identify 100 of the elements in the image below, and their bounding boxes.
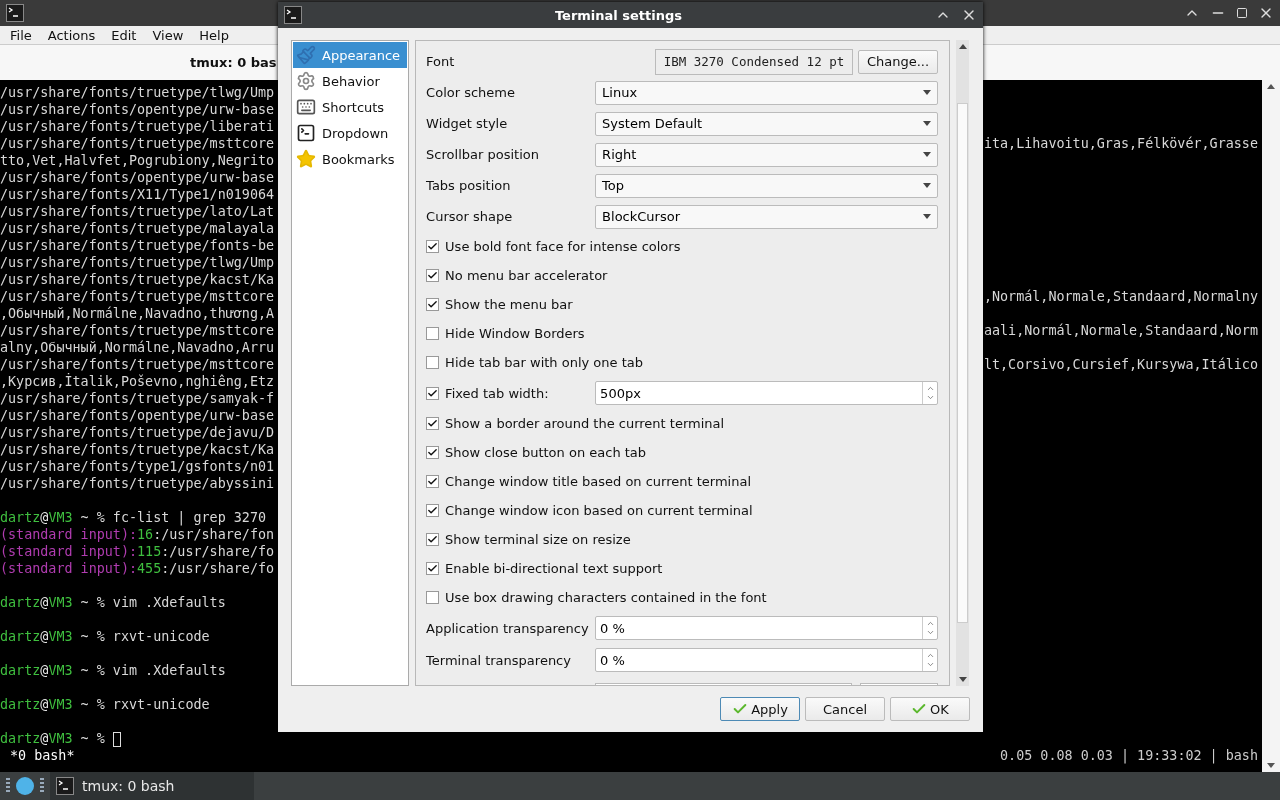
checkbox-label: Show the menu bar — [445, 297, 573, 312]
tmux-status: 0.05 0.08 0.03 | 19:33:02 | bash — [1000, 747, 1258, 764]
gear-icon — [296, 71, 316, 91]
terminal-text: ita,Lihavoitu,Gras,Félkövér,Grasse — [983, 135, 1258, 152]
setting-label: Scrollbar position — [426, 147, 540, 162]
dialog-button[interactable]: OK — [890, 697, 970, 721]
dialog-button[interactable]: Cancel — [805, 697, 885, 721]
checkbox-label: Show close button on each tab — [445, 445, 647, 460]
terminal-text: /usr/share/fonts/opentype/urw-base — [0, 169, 275, 186]
checkbox[interactable] — [426, 446, 440, 459]
terminal-icon — [296, 123, 316, 143]
terminal-text: /usr/share/fonts/opentype/urw-base — [0, 407, 275, 424]
terminal-text: /usr/share/fonts/truetype/msttcore — [0, 135, 275, 152]
dialog-title: Terminal settings — [553, 7, 684, 23]
terminal-text: /usr/share/fonts/truetype/malayala — [0, 220, 275, 237]
terminal-text: dartz@VM3 ~ % vim .Xdefaults — [0, 594, 226, 611]
terminal-text: /usr/share/fonts/truetype/fonts-be — [0, 237, 275, 254]
terminal-icon — [284, 6, 302, 24]
app-menu-icon[interactable] — [16, 777, 34, 795]
dropdown[interactable]: System Default — [595, 111, 939, 136]
menu-item[interactable]: Actions — [39, 27, 104, 43]
dialog-button[interactable]: Apply — [720, 697, 800, 721]
terminal-text: /usr/share/fonts/truetype/msttcore — [0, 356, 275, 373]
terminal-text: tto,Vet,Halvfet,Pogrubiony,Negrito — [0, 152, 275, 169]
dropdown[interactable]: Top — [595, 173, 939, 198]
terminal-text: aali,Normál,Normale,Standaard,Norm — [983, 322, 1258, 339]
maximize-icon[interactable] — [1236, 7, 1248, 19]
terminal-text: dartz@VM3 ~ % vim .Xdefaults — [0, 662, 226, 679]
grip-icon — [6, 778, 10, 794]
dropdown-arrow-icon — [923, 90, 932, 95]
page-list-item[interactable]: Dropdown — [293, 120, 408, 146]
terminal-text: dartz@VM3 ~ % rxvt-unicode — [0, 696, 210, 713]
menu-item[interactable]: Help — [191, 27, 237, 43]
checkbox-label: Enable bi-directional text support — [445, 561, 663, 576]
scroll-down-icon[interactable] — [958, 677, 967, 682]
terminal-text: (standard input):16:/usr/share/fon — [0, 526, 275, 543]
checkbox-label: Change window icon based on current terminal — [445, 503, 753, 518]
terminal-icon — [6, 4, 24, 22]
spin-field[interactable]: 0 % — [595, 616, 939, 640]
dropdown-arrow-icon — [923, 121, 932, 126]
change-font-button[interactable]: Change... — [857, 49, 939, 74]
checkbox-label: Hide tab bar with only one tab — [445, 355, 643, 370]
terminal-text: alny,Обычный,Normálne,Navadno,Arru — [0, 339, 275, 356]
dropdown[interactable]: Linux — [595, 80, 939, 105]
dropdown-arrow-icon — [923, 214, 932, 219]
terminal-text: /usr/share/fonts/truetype/liberati — [0, 118, 275, 135]
checkbox[interactable] — [426, 269, 440, 282]
panel-scrollbar[interactable] — [956, 40, 969, 686]
grip-icon — [40, 778, 44, 794]
menu-item[interactable]: View — [144, 27, 192, 43]
scrollbar[interactable] — [1262, 80, 1280, 772]
checkbox[interactable] — [426, 562, 440, 575]
dropdown-arrow-icon — [923, 183, 932, 188]
terminal-text: /usr/share/fonts/truetype/samyak-f — [0, 390, 275, 407]
taskbar-item[interactable]: tmux: 0 bash — [50, 772, 255, 800]
setting-label: Application transparency — [426, 620, 590, 636]
scroll-down-icon — [1267, 763, 1275, 768]
setting-label: Tabs position — [426, 178, 512, 193]
page-list-item[interactable]: Bookmarks — [293, 146, 408, 172]
tmux-window-list: *0 bash* — [10, 747, 75, 764]
page-list-item[interactable]: Shortcuts — [293, 94, 408, 120]
spin-field[interactable]: 0 % — [595, 648, 939, 672]
checkbox[interactable] — [426, 417, 440, 430]
terminal-text: /usr/share/fonts/truetype/msttcore — [0, 288, 275, 305]
tab-title[interactable]: tmux: 0 bas — [190, 55, 277, 70]
checkbox-label: Use bold font face for intense colors — [445, 239, 681, 254]
checkbox[interactable] — [426, 591, 440, 604]
setting-label: Cursor shape — [426, 209, 514, 224]
checkbox[interactable] — [426, 356, 440, 369]
checkbox[interactable] — [426, 504, 440, 517]
setting-label: Widget style — [426, 116, 509, 131]
terminal-text: ,Обычный,Normálne,Navadno,thương,A — [0, 305, 275, 322]
menu-item[interactable]: Edit — [103, 27, 145, 43]
checkbox-label: Show a border around the current terminal — [445, 416, 725, 431]
terminal-text: /usr/share/fonts/truetype/lato/Lat — [0, 203, 275, 220]
terminal-text: ,Normál,Normale,Standaard,Normalny — [983, 288, 1258, 305]
checkbox[interactable] — [426, 240, 440, 253]
checkbox[interactable] — [426, 533, 440, 546]
dropdown[interactable]: Right — [595, 142, 939, 167]
brush-icon — [296, 45, 316, 65]
checkbox-label: Show terminal size on resize — [445, 532, 631, 547]
dropdown[interactable]: BlockCursor — [595, 204, 939, 229]
spin-field[interactable]: 500px — [595, 381, 939, 405]
terminal-text: /usr/share/fonts/truetype/tlwg/Ump — [0, 254, 275, 271]
checkbox[interactable] — [426, 475, 440, 488]
checkbox-label: Use box drawing characters contained in the font — [445, 590, 767, 605]
terminal-text: dartz@VM3 ~ % — [0, 730, 121, 747]
setting-label: Terminal transparency — [426, 652, 572, 668]
terminal-text: /usr/share/fonts/truetype/abyssini — [0, 475, 275, 492]
checkbox-label: Change window title based on current terminal — [445, 474, 752, 489]
terminal-text: /usr/share/fonts/truetype/kacst/Ka — [0, 441, 275, 458]
checkbox[interactable] — [426, 386, 440, 400]
keyboard-icon — [296, 97, 316, 117]
checkbox[interactable] — [426, 298, 440, 311]
terminal-text: /usr/share/fonts/type1/gsfonts/n01 — [0, 458, 275, 475]
checkbox-label: No menu bar accelerator — [445, 268, 608, 283]
checkbox-label: Fixed tab width: — [445, 385, 549, 401]
checkbox[interactable] — [426, 327, 440, 340]
page-list-item[interactable]: Behavior — [293, 68, 408, 94]
menu-item[interactable]: File — [2, 27, 40, 43]
